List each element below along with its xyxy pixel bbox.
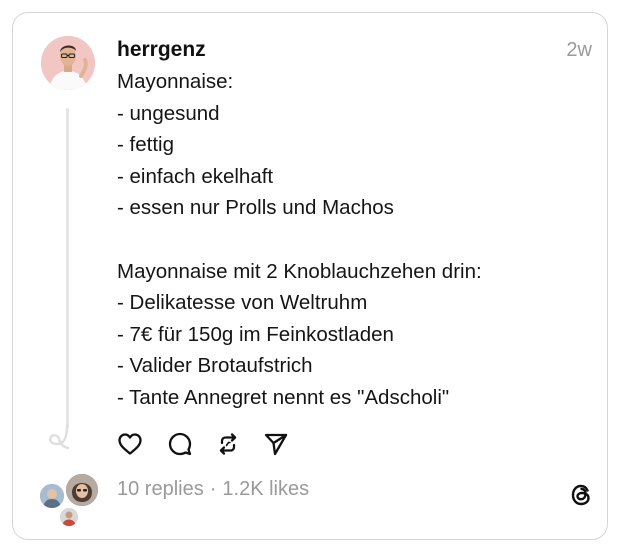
comment-icon <box>168 432 192 456</box>
post-line: Mayonnaise mit 2 Knoblauchzehen drin: <box>117 259 482 283</box>
post-line: - Delikatesse von Weltruhm <box>117 291 368 315</box>
post-line: - ungesund <box>117 101 220 125</box>
post-line: - essen nur Prolls und Machos <box>117 196 394 220</box>
post-line: - Tante Annegret nennt es "Adscholi" <box>117 385 450 409</box>
reply-avatar-image <box>60 508 78 526</box>
reply-avatar <box>58 506 80 528</box>
thread-curl-icon <box>49 424 70 450</box>
reply-button[interactable] <box>166 430 194 458</box>
post-line: - einfach ekelhaft <box>117 164 274 188</box>
post-line: - 7€ für 150g im Feinkostladen <box>117 322 394 346</box>
threads-logo-icon[interactable] <box>566 480 596 510</box>
post-line-blank <box>117 224 577 256</box>
heart-icon <box>118 433 142 455</box>
post-stats: 10 replies · 1.2K likes <box>117 478 309 501</box>
likes-count[interactable]: 1.2K likes <box>222 478 309 500</box>
stats-separator: · <box>209 478 217 500</box>
reply-avatar <box>38 482 66 510</box>
replies-count[interactable]: 10 replies <box>117 478 204 500</box>
repost-button[interactable] <box>214 430 242 458</box>
post-line: Mayonnaise: <box>117 70 234 93</box>
author-username[interactable]: herrgenz <box>117 38 206 62</box>
reply-avatar-image <box>66 474 98 506</box>
reply-avatar <box>64 472 100 508</box>
thread-line <box>66 108 69 428</box>
post-line: - Valider Brotaufstrich <box>117 354 313 378</box>
post-body: Mayonnaise: - ungesund - fettig - einfac… <box>117 66 577 414</box>
repost-icon <box>219 433 237 455</box>
author-avatar-image <box>41 36 95 90</box>
author-avatar[interactable] <box>41 36 95 90</box>
post-timestamp[interactable]: 2w <box>566 39 592 62</box>
reply-avatar-image <box>40 484 64 508</box>
like-button[interactable] <box>116 430 144 458</box>
post-line: - fettig <box>117 133 174 157</box>
send-icon <box>264 433 288 456</box>
reply-avatars[interactable] <box>38 472 100 528</box>
share-button[interactable] <box>262 430 290 458</box>
